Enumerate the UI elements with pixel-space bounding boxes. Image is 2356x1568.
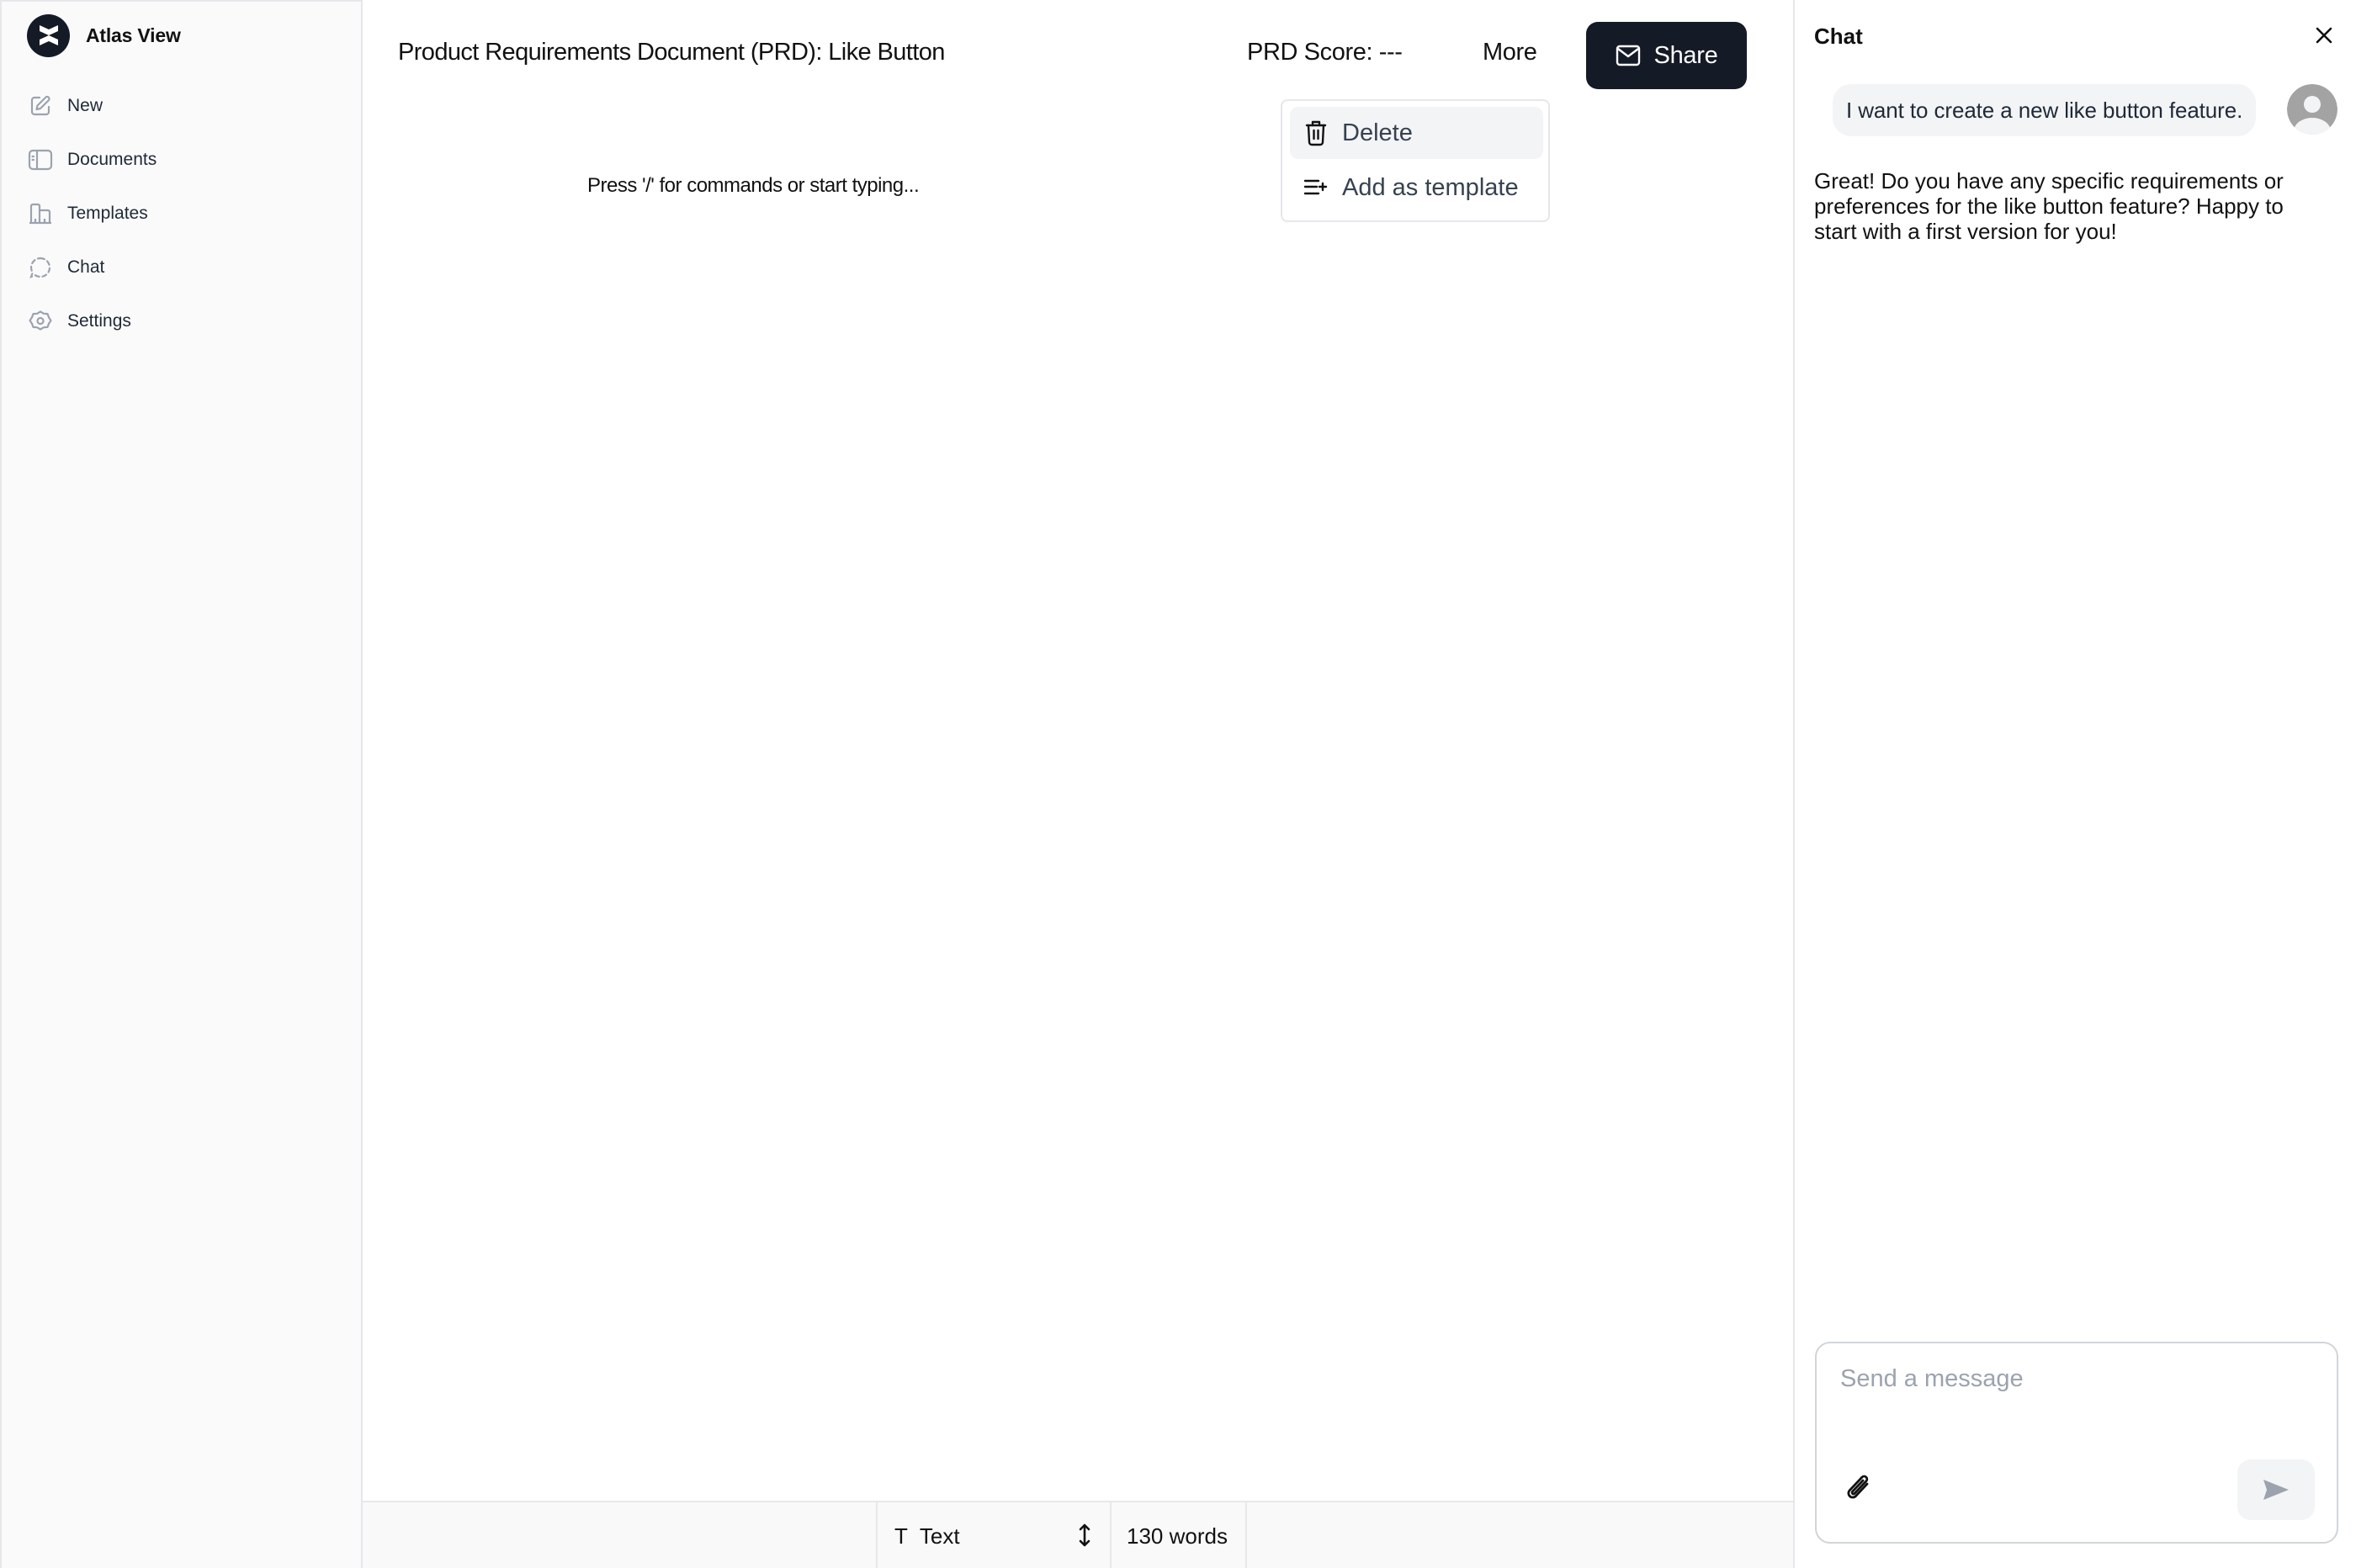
sidebar-item-new[interactable]: New: [27, 79, 157, 133]
word-count: 130 words: [1110, 1502, 1247, 1568]
documents-icon: [27, 146, 54, 173]
document-editor: Product Requirements Document (PRD): Lik…: [363, 0, 1793, 1568]
share-button-label: Share: [1653, 41, 1718, 69]
more-button[interactable]: More: [1483, 39, 1537, 66]
assistant-message: Great! Do you have any specific requirem…: [1814, 168, 2284, 244]
atlas-logo-icon: [27, 13, 70, 57]
menu-item-delete[interactable]: Delete: [1290, 107, 1543, 159]
templates-icon: [27, 200, 54, 227]
close-chat-button[interactable]: [2312, 24, 2336, 47]
chat-title: Chat: [1814, 24, 1863, 49]
sidebar-item-chat[interactable]: Chat: [27, 241, 157, 294]
send-icon: [2262, 1478, 2290, 1502]
sidebar-item-label: New: [67, 96, 103, 115]
document-title[interactable]: Product Requirements Document (PRD): Lik…: [398, 39, 945, 66]
sidebar-item-label: Templates: [67, 204, 148, 223]
text-type-icon: T: [894, 1523, 908, 1549]
sidebar-nav: New Documents Templates Chat Settings: [27, 79, 157, 348]
word-count-label: 130 words: [1127, 1523, 1228, 1549]
chat-composer: [1815, 1342, 2338, 1544]
sidebar-item-documents[interactable]: Documents: [27, 133, 157, 187]
user-avatar: [2287, 84, 2337, 135]
trash-icon: [1302, 119, 1330, 147]
chat-icon: [27, 254, 54, 281]
chevron-up-down-icon: [1078, 1523, 1091, 1552]
edit-icon: [27, 93, 54, 119]
paperclip-icon: [1844, 1472, 1873, 1504]
prd-score: PRD Score: ---: [1247, 39, 1403, 66]
block-type-label: Text: [919, 1523, 960, 1549]
editor-status-bar: T Text 130 words: [363, 1501, 1793, 1568]
mail-icon: [1616, 45, 1641, 66]
chat-panel: Chat I want to create a new like button …: [1793, 0, 2356, 1568]
editor-placeholder[interactable]: Press '/' for commands or start typing..…: [587, 174, 920, 198]
sidebar-item-settings[interactable]: Settings: [27, 294, 157, 348]
sidebar-item-label: Chat: [67, 257, 105, 277]
menu-item-add-as-template[interactable]: Add as template: [1290, 162, 1543, 214]
user-message: I want to create a new like button featu…: [1833, 84, 2257, 136]
block-type-select[interactable]: T Text: [876, 1502, 1110, 1568]
list-add-icon: [1302, 173, 1330, 202]
settings-icon: [27, 308, 54, 335]
menu-item-label: Delete: [1342, 119, 1413, 146]
sidebar-item-label: Settings: [67, 311, 131, 331]
menu-item-label: Add as template: [1342, 173, 1519, 201]
sidebar-item-label: Documents: [67, 150, 157, 169]
share-button[interactable]: Share: [1586, 22, 1747, 89]
brand[interactable]: Atlas View: [27, 13, 181, 57]
send-button[interactable]: [2237, 1459, 2315, 1520]
more-menu: Delete Add as template: [1281, 99, 1550, 222]
attach-button[interactable]: [1840, 1470, 1877, 1507]
close-icon: [2315, 26, 2333, 45]
sidebar: Atlas View New Documents Templates Chat …: [0, 0, 363, 1568]
app-name: Atlas View: [86, 24, 181, 46]
sidebar-item-templates[interactable]: Templates: [27, 187, 157, 241]
message-input[interactable]: [1840, 1365, 2311, 1449]
